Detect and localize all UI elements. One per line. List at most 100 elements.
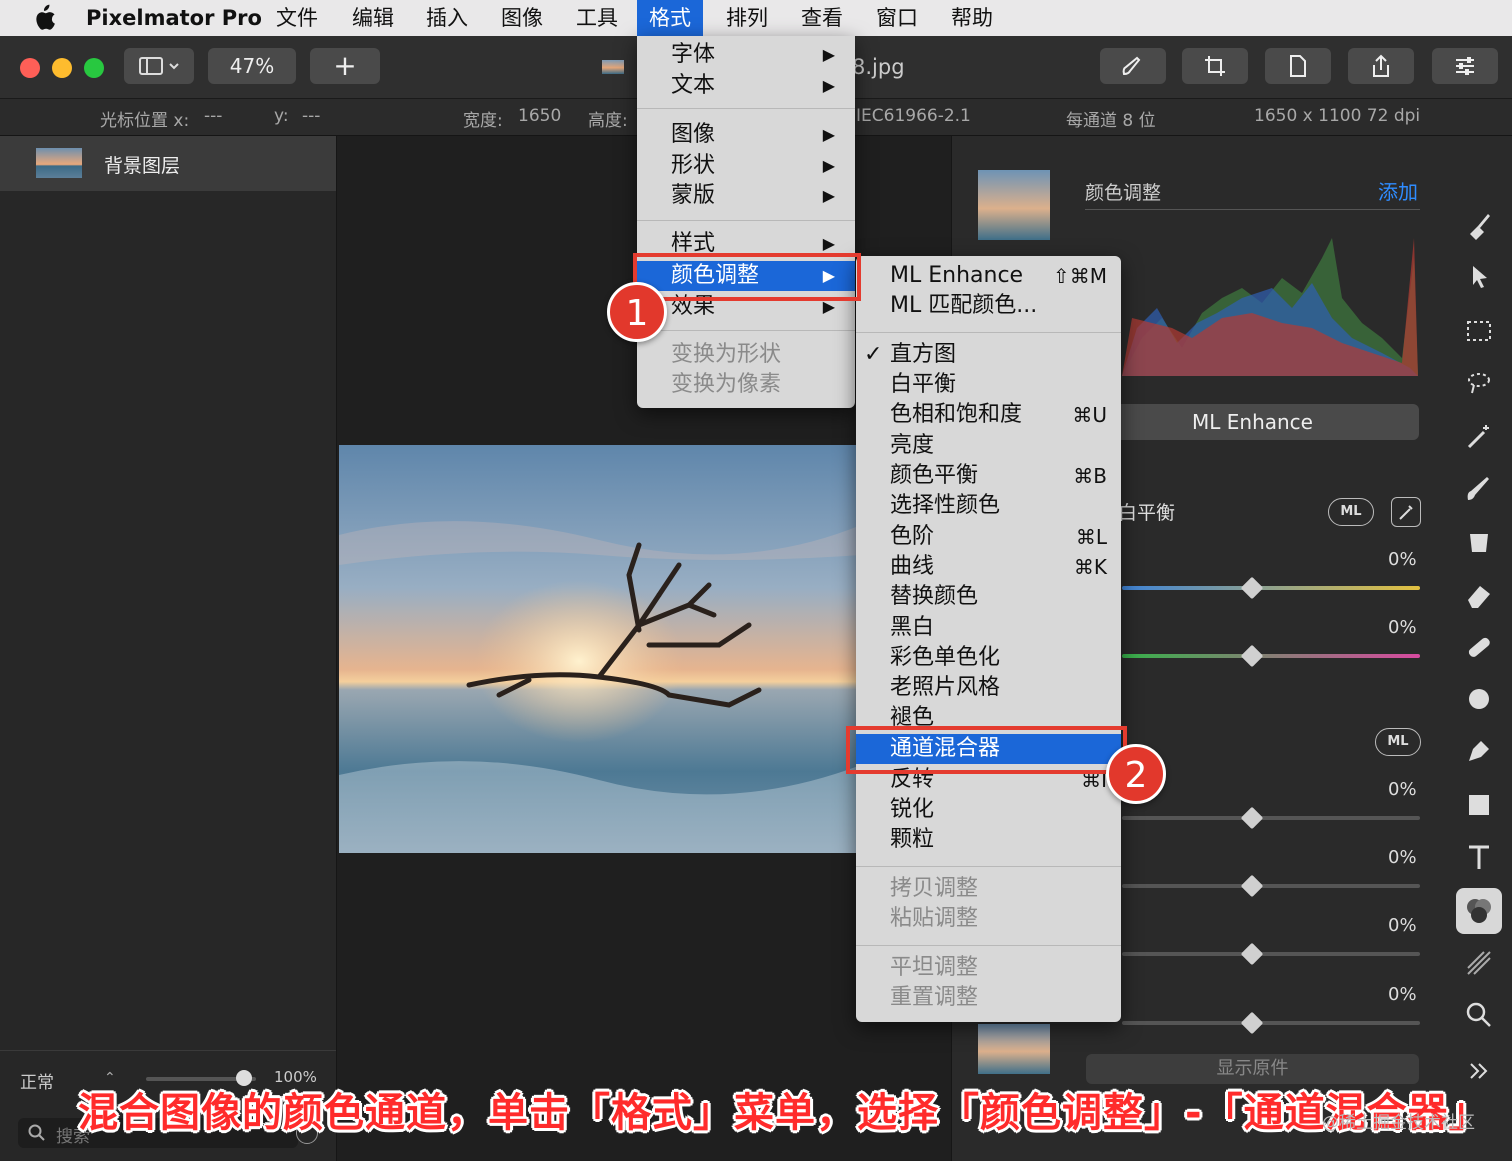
menu-item-image[interactable]: 图像 ▶ — [637, 120, 855, 150]
submenu-hue-saturation[interactable]: 色相和饱和度 ⌘U — [856, 400, 1121, 430]
submenu-ml-match-color[interactable]: ML 匹配颜色... — [856, 291, 1121, 321]
ml-enhance-button[interactable]: ML Enhance — [1086, 404, 1419, 440]
effects-icon[interactable] — [1464, 948, 1494, 978]
selection-icon[interactable] — [1464, 316, 1494, 346]
pen-icon[interactable] — [1464, 736, 1494, 766]
menu-format[interactable]: 格式 — [637, 0, 703, 36]
menu-separator — [856, 866, 1121, 867]
arrow-icon[interactable] — [1464, 262, 1494, 292]
eraser-icon[interactable] — [1464, 580, 1494, 610]
submenu-selective-color[interactable]: 选择性颜色 — [856, 491, 1121, 521]
menu-separator — [856, 332, 1121, 333]
lasso-icon[interactable] — [1464, 368, 1494, 398]
slider-3-value: 0% — [1388, 779, 1417, 800]
menu-item-convert-shape: 变换为形状 — [671, 342, 782, 367]
submenu-black-white[interactable]: 黑白 — [856, 613, 1121, 643]
sidebar-toggle-button[interactable] — [124, 48, 194, 84]
zoom-icon[interactable] — [1464, 1000, 1494, 1030]
highlight-box-color-adjust — [633, 253, 861, 301]
submenu-color-balance[interactable]: 颜色平衡 ⌘B — [856, 461, 1121, 491]
submenu-replace-color[interactable]: 替换颜色 — [856, 582, 1121, 612]
slider-6[interactable] — [1122, 1021, 1420, 1025]
layers-panel: 背景图层 正常 ⌃ 100% 搜索 — [0, 136, 337, 1161]
color-adjust-submenu: ML Enhance ⇧⌘M ML 匹配颜色... ✓ 直方图 白平衡 色相和饱和度… — [856, 256, 1121, 1022]
submenu-curves[interactable]: 曲线 ⌘K — [856, 552, 1121, 582]
ml-section-button[interactable]: ML — [1375, 728, 1421, 756]
layer-row[interactable]: 背景图层 — [0, 136, 336, 191]
color-adjust-icon — [1467, 899, 1491, 923]
apple-icon[interactable] — [32, 4, 56, 32]
menu-file[interactable]: 文件 — [264, 0, 330, 36]
section-divider — [1085, 209, 1420, 210]
bucket-icon[interactable] — [1464, 526, 1494, 556]
menu-tools[interactable]: 工具 — [564, 0, 630, 36]
adjustments-button[interactable] — [1432, 48, 1498, 84]
minimize-window-button[interactable] — [52, 58, 72, 78]
menu-item-label: 直方图 — [890, 342, 957, 367]
submenu-ml-enhance[interactable]: ML Enhance ⇧⌘M — [856, 261, 1121, 291]
submenu-colorize[interactable]: 彩色单色化 — [856, 643, 1121, 673]
bandage-icon[interactable] — [1464, 632, 1494, 662]
histogram — [1122, 238, 1418, 376]
menu-item-font[interactable]: 字体 ▶ — [637, 40, 855, 70]
menu-help[interactable]: 帮助 — [939, 0, 1005, 36]
brush-tool-button[interactable] — [1100, 48, 1166, 84]
temperature-value: 0% — [1388, 549, 1417, 570]
document-button[interactable] — [1265, 48, 1331, 84]
close-window-button[interactable] — [20, 58, 40, 78]
add-button[interactable]: + — [310, 48, 380, 84]
section-title: 颜色调整 — [1085, 182, 1162, 204]
temperature-slider[interactable] — [1122, 586, 1420, 590]
clone-icon[interactable] — [1464, 684, 1494, 714]
submenu-arrow-icon: ▶ — [822, 156, 835, 175]
menu-item-text[interactable]: 文本 ▶ — [637, 71, 855, 101]
menu-insert[interactable]: 插入 — [414, 0, 480, 36]
eyedropper-button[interactable] — [1391, 497, 1421, 527]
color-profile: IEC61966-2.1 — [856, 106, 971, 126]
submenu-histogram[interactable]: ✓ 直方图 — [856, 340, 1121, 370]
menu-item-label: 色相和饱和度 — [890, 402, 1023, 427]
submenu-white-balance[interactable]: 白平衡 — [856, 370, 1121, 400]
preset-thumbnail-2[interactable] — [978, 1024, 1050, 1074]
crop-button[interactable] — [1182, 48, 1248, 84]
blend-mode-select[interactable]: 正常 — [20, 1068, 54, 1093]
menu-item-label: 图像 — [671, 122, 716, 147]
menu-edit[interactable]: 编辑 — [340, 0, 406, 36]
submenu-levels[interactable]: 色阶 ⌘L — [856, 522, 1121, 552]
slider-3[interactable] — [1122, 816, 1420, 820]
app-name-menu[interactable]: Pixelmator Pro — [74, 0, 274, 36]
photo-canvas[interactable] — [339, 445, 861, 853]
zoom-level-dropdown[interactable]: 47% — [208, 48, 296, 84]
menu-window[interactable]: 窗口 — [864, 0, 930, 36]
submenu-grain[interactable]: 颗粒 — [856, 825, 1121, 855]
preset-thumbnail[interactable] — [978, 170, 1050, 240]
menu-item-mask[interactable]: 蒙版 ▶ — [637, 181, 855, 211]
paintbrush-icon[interactable] — [1464, 474, 1494, 504]
submenu-flatten-adjustments: 平坦调整 — [890, 955, 979, 980]
text-icon[interactable] — [1464, 842, 1494, 872]
menu-image[interactable]: 图像 — [489, 0, 555, 36]
zoom-window-button[interactable] — [84, 58, 104, 78]
menu-arrange[interactable]: 排列 — [714, 0, 780, 36]
submenu-sharpen[interactable]: 锐化 — [856, 795, 1121, 825]
tools-sidebar — [1446, 136, 1512, 1161]
slider-5[interactable] — [1122, 952, 1420, 956]
menu-item-convert-pixels: 变换为像素 — [671, 372, 782, 397]
shape-icon[interactable] — [1464, 790, 1494, 820]
share-button[interactable] — [1348, 48, 1414, 84]
ml-white-balance-button[interactable]: ML — [1328, 498, 1374, 526]
paint-icon[interactable] — [1464, 210, 1494, 240]
tint-slider[interactable] — [1122, 654, 1420, 658]
menu-view[interactable]: 查看 — [789, 0, 855, 36]
magic-wand-icon[interactable] — [1464, 422, 1494, 452]
slider-4[interactable] — [1122, 884, 1420, 888]
menu-item-label: 曲线 — [890, 554, 935, 579]
menu-item-shape[interactable]: 形状 ▶ — [637, 151, 855, 181]
add-adjustment-link[interactable]: 添加 — [1378, 176, 1418, 205]
submenu-vintage[interactable]: 老照片风格 — [856, 673, 1121, 703]
white-balance-label[interactable]: 白平衡 — [1118, 498, 1175, 525]
color-adjust-tool-button[interactable] — [1456, 888, 1502, 934]
layer-name: 背景图层 — [104, 155, 181, 177]
submenu-brightness[interactable]: 亮度 — [856, 431, 1121, 461]
menu-separator — [637, 220, 855, 221]
